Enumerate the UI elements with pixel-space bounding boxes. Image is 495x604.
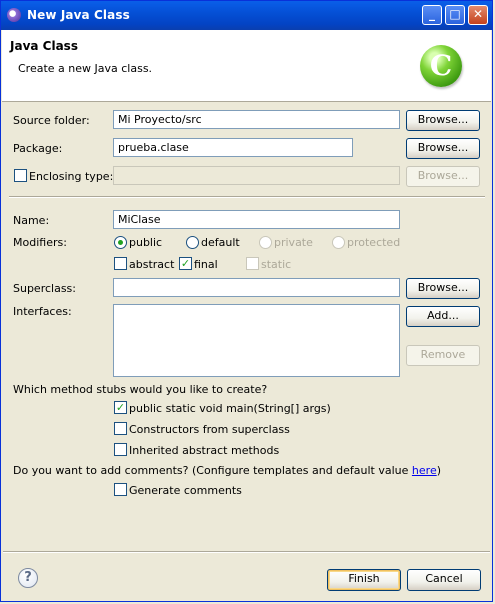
private-radio-label: private [274, 236, 313, 249]
wizard-header: Java Class Create a new Java class. C [2, 30, 491, 102]
static-label: static [261, 258, 292, 271]
checkmark-icon: ✓ [115, 401, 126, 414]
private-radio[interactable] [259, 236, 272, 249]
inherited-methods-label: Inherited abstract methods [129, 444, 280, 457]
superclass-browse-button[interactable]: Browse... [406, 278, 480, 299]
checkmark-icon: ✓ [180, 257, 191, 270]
final-label: final [194, 258, 218, 271]
window-title: New Java Class [27, 8, 130, 22]
close-button[interactable]: ✕ [468, 5, 488, 25]
static-checkbox[interactable] [246, 257, 259, 270]
footer-separator [3, 551, 490, 553]
title-bar[interactable]: New Java Class _ □ ✕ [1, 1, 492, 30]
help-icon: ? [24, 570, 32, 585]
interfaces-remove-button[interactable]: Remove [406, 345, 480, 366]
comments-question: Do you want to add comments? (Configure … [13, 464, 442, 477]
protected-radio[interactable] [332, 236, 345, 249]
minimize-button[interactable]: _ [422, 5, 442, 25]
minimize-icon: _ [429, 7, 435, 21]
name-label: Name: [13, 214, 50, 227]
interfaces-label: Interfaces: [13, 305, 72, 318]
default-radio[interactable] [186, 236, 199, 249]
source-folder-input[interactable]: Mi Proyecto/src [113, 110, 400, 129]
protected-radio-label: protected [347, 236, 401, 249]
wizard-description: Create a new Java class. [18, 62, 153, 75]
help-button[interactable]: ? [18, 568, 38, 588]
public-radio[interactable] [114, 236, 127, 249]
main-method-label: public static void main(String[] args) [129, 402, 331, 415]
maximize-button[interactable]: □ [445, 5, 465, 25]
source-folder-label: Source folder: [13, 114, 90, 127]
main-method-checkbox[interactable]: ✓ [114, 401, 127, 414]
constructors-label: Constructors from superclass [129, 423, 290, 436]
finish-button[interactable]: Finish [327, 569, 401, 591]
method-stubs-question: Which method stubs would you like to cre… [13, 383, 268, 396]
source-folder-browse-button[interactable]: Browse... [406, 110, 480, 131]
generate-comments-checkbox[interactable] [114, 483, 127, 496]
generate-comments-label: Generate comments [129, 484, 242, 497]
enclosing-type-input[interactable] [113, 166, 400, 185]
wizard-title: Java Class [10, 39, 78, 53]
enclosing-type-browse-button[interactable]: Browse... [406, 166, 480, 187]
cancel-button[interactable]: Cancel [407, 569, 481, 591]
maximize-icon: □ [449, 7, 461, 21]
name-input[interactable]: MiClase [113, 210, 400, 229]
final-checkbox[interactable]: ✓ [179, 257, 192, 270]
public-radio-label: public [129, 236, 163, 249]
superclass-input[interactable] [113, 278, 400, 297]
constructors-checkbox[interactable] [114, 422, 127, 435]
abstract-label: abstract [129, 258, 175, 271]
abstract-checkbox[interactable] [114, 257, 127, 270]
enclosing-type-checkbox[interactable] [14, 169, 27, 182]
enclosing-type-label: Enclosing type: [29, 170, 114, 183]
package-input[interactable]: prueba.clase [113, 138, 353, 157]
superclass-label: Superclass: [13, 282, 76, 295]
configure-templates-link[interactable]: here [412, 464, 437, 477]
inherited-methods-checkbox[interactable] [114, 443, 127, 456]
eclipse-icon [7, 8, 21, 22]
close-icon: ✕ [472, 7, 484, 21]
interfaces-list[interactable] [113, 304, 400, 377]
package-label: Package: [13, 142, 63, 155]
interfaces-add-button[interactable]: Add... [406, 306, 480, 327]
package-browse-button[interactable]: Browse... [406, 138, 480, 159]
separator [9, 196, 485, 198]
modifiers-label: Modifiers: [13, 236, 67, 249]
new-java-class-dialog: New Java Class _ □ ✕ Java Class Create a… [0, 0, 493, 602]
default-radio-label: default [201, 236, 240, 249]
java-class-logo-icon: C [420, 45, 462, 87]
